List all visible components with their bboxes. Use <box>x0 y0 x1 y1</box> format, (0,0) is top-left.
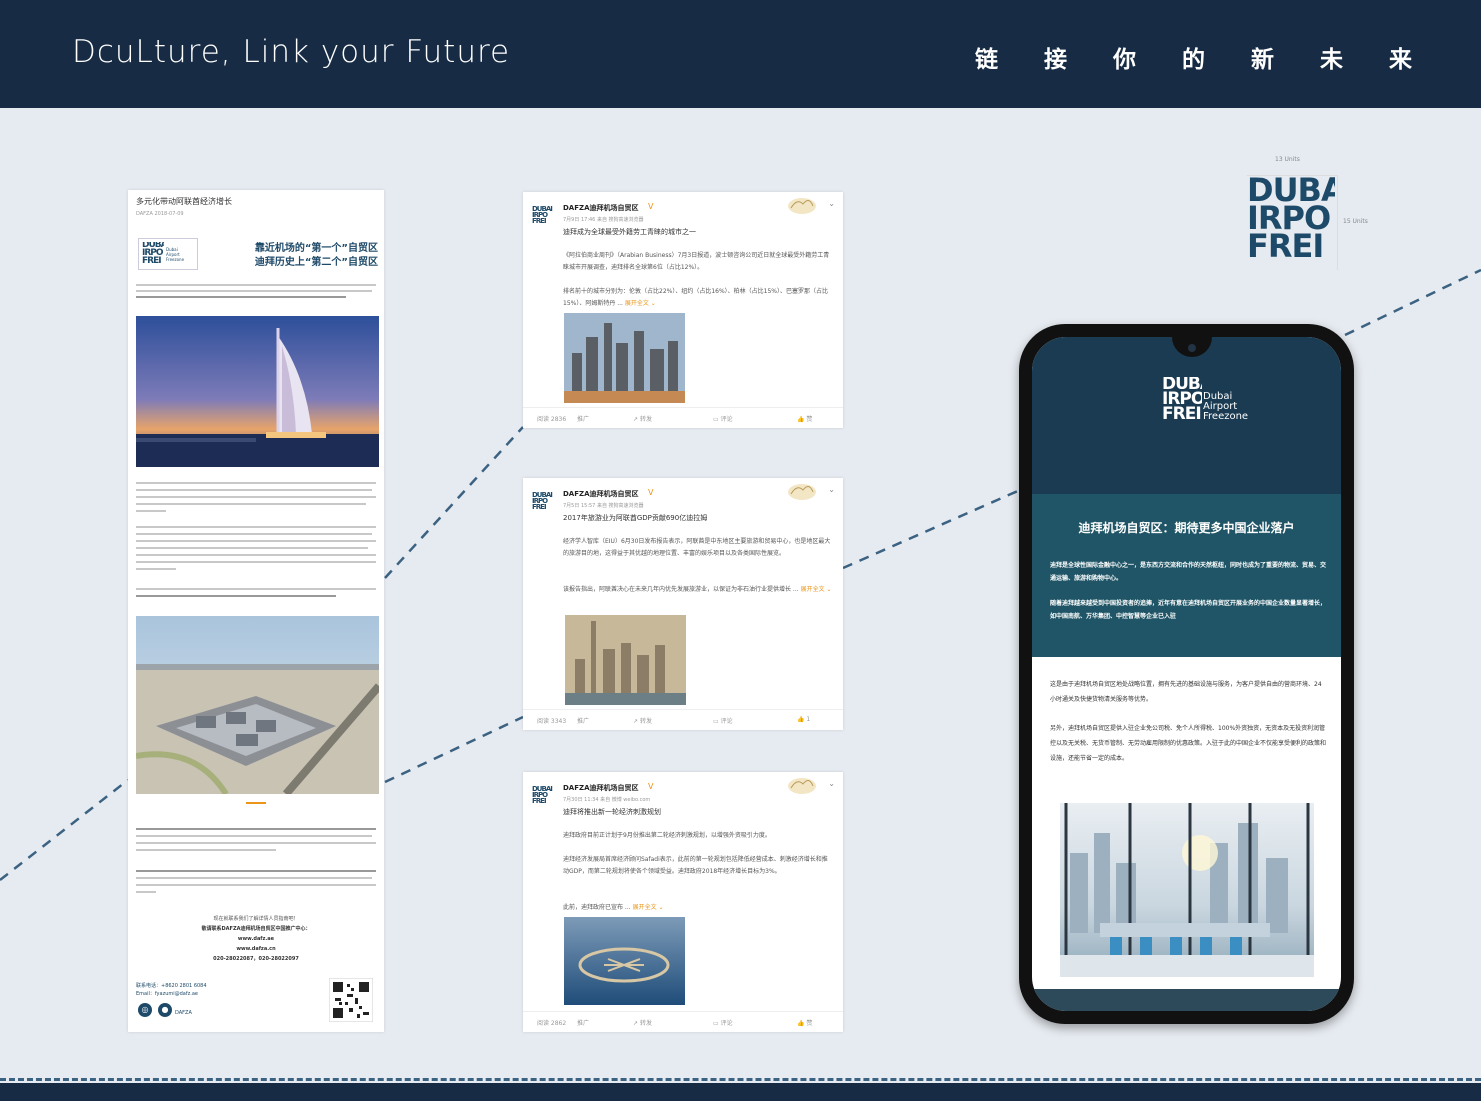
weibo-post-3[interactable]: DUBAI IRPO FREI DAFZA迪拜机场自贸区 V ⌄ 7月30日 11:… <box>523 772 843 1032</box>
weibo-action-bar: 阅读 2862 推广 ↗ 转发 ▭ 评论 👍 赞 <box>523 1011 843 1032</box>
office-skyline-photo <box>1060 803 1314 977</box>
phone-mockup: DUBAIIRPOFREI DubaiAirportFreezone 迪拜机场自… <box>1019 324 1354 1024</box>
phone-heading: 迪拜机场自贸区：期待更多中国企业落户 <box>1078 521 1295 535</box>
phone-body-text: 另外，迪拜机场自贸区提供入驻企业免公司税、免个人所得税、100%外资独资，无资本… <box>1050 725 1327 762</box>
like-button[interactable]: 👍 赞 <box>797 414 812 423</box>
weibo-author[interactable]: DAFZA迪拜机场自贸区 <box>563 783 639 793</box>
article-contact: 现在就联系我们了解详情人员指南吧！ 敬请联系DAFZA迪拜机场自贸区中国推广中心… <box>201 916 311 962</box>
weibo-post-2[interactable]: DUBAI IRPO FREI DAFZA迪拜机场自贸区 V ⌄ 7月5日 15:5… <box>523 478 843 730</box>
footer-bar <box>0 1083 1481 1101</box>
dafza-logo-spec: 13 Units 15 Units DUBAI IRPO FREI <box>1245 156 1375 280</box>
avatar: DUBAI IRPO FREI <box>532 205 553 226</box>
promote-button[interactable]: 推广 <box>577 716 589 725</box>
verified-badge-icon: V <box>648 488 654 497</box>
verified-badge-icon: V <box>648 202 654 211</box>
repost-button[interactable]: ↗ 转发 <box>633 414 652 423</box>
phone-screen: DUBAIIRPOFREI DubaiAirportFreezone 迪拜机场自… <box>1032 337 1341 1011</box>
expand-link[interactable]: 展开全文 ⌄ <box>633 904 664 911</box>
burj-al-arab-photo <box>136 316 379 467</box>
wechat-share-icon[interactable]: ● <box>158 1003 172 1017</box>
expand-link[interactable]: 展开全文 ⌄ <box>801 586 832 593</box>
weibo-paragraph: 此前，迪拜政府已宣布 ... 展开全文 ⌄ <box>563 904 664 911</box>
weibo-paragraph: 经济学人智库（EIU）6月30日发布报告表示，阿联酋是中东地区主要旅游和贸易中心… <box>563 538 831 557</box>
dubai-skyline-photo <box>564 313 685 403</box>
comment-button[interactable]: ▭ 评论 <box>713 716 733 725</box>
phone-logo-words: Dubai Airport Freezone <box>1203 391 1249 422</box>
like-button[interactable]: 👍 赞 <box>797 1018 812 1027</box>
units-top-label: 13 Units <box>1275 156 1300 163</box>
verified-badge-icon: V <box>648 782 654 791</box>
weibo-meta: 7月30日 11:34 来自 微博 weibo.com <box>563 797 651 803</box>
qr-code-icon[interactable] <box>329 978 373 1022</box>
chevron-down-icon[interactable]: ⌄ <box>828 485 835 494</box>
weibo-meta: 7月5日 15:57 来自 搜狗高速浏览器 <box>563 503 644 509</box>
comment-button[interactable]: ▭ 评论 <box>713 1018 733 1027</box>
dafza-aerial-photo <box>136 616 379 794</box>
article-meta: DAFZA 2018-07-09 <box>136 211 184 217</box>
weibo-paragraph: 排名前十的城市分别为：伦敦（占比22%）、纽约（占比16%）、柏林（占比15%）… <box>563 288 829 307</box>
weibo-paragraph: 迪拜经济发展局首席经济顾问Safadi表示，此前的第一轮规划包括降低经营成本、刺… <box>563 856 828 875</box>
weibo-action-bar: 阅读 3343 推广 ↗ 转发 ▭ 评论 👍 1 <box>523 709 843 730</box>
phone-logomark: DUBAIIRPOFREI <box>1162 377 1202 422</box>
weibo-lead: 迪拜成为全球最受外籍劳工青睐的城市之一 <box>563 228 696 236</box>
promote-button[interactable]: 推广 <box>577 414 589 423</box>
article-title: 多元化带动阿联酋经济增长 <box>136 197 232 206</box>
dafza-logomark: DUBAI IRPO FREI <box>1247 176 1335 261</box>
weibo-action-bar: 阅读 2836 推广 ↗ 转发 ▭ 评论 👍 赞 <box>523 407 843 428</box>
article-card: 多元化带动阿联酋经济增长 DAFZA 2018-07-09 DUBAIIRPOF… <box>128 190 384 1032</box>
weibo-paragraph: 《阿拉伯商业周刊》（Arabian Business）7月3日报道，波士顿咨询公… <box>563 252 830 271</box>
article-logo: DUBAIIRPOFREI DubaiAirportFreezone <box>138 238 198 270</box>
read-count: 阅读 2862 <box>537 1020 567 1027</box>
weibo-post-1[interactable]: DUBAI IRPO FREI DAFZA迪拜机场自贸区 V ⌄ 7月9日 17:4… <box>523 192 843 428</box>
avatar: DUBAI IRPO FREI <box>532 785 553 806</box>
promote-button[interactable]: 推广 <box>577 1018 589 1027</box>
weibo-author[interactable]: DAFZA迪拜机场自贸区 <box>563 489 639 499</box>
palm-island-photo <box>564 917 685 1005</box>
units-side-label: 15 Units <box>1343 218 1368 225</box>
read-count: 阅读 2836 <box>537 416 567 423</box>
camel-icon <box>788 778 816 794</box>
phone-paragraph: 随着迪拜越来越受到中国投资者的追捧，近年有意在迪拜机场自贸区开展业务的中国企业数… <box>1050 600 1327 620</box>
chevron-down-icon[interactable]: ⌄ <box>828 779 835 788</box>
phone-body-text: 这是由于迪拜机场自贸区地处战略位置，拥有先进的基础设施与服务，为客户提供自由的营… <box>1050 681 1322 703</box>
article-footer-label: DAFZA <box>175 1010 192 1016</box>
article-headline: 靠近机场的“第一个”自贸区 迪拜历史上“第二个”自贸区 <box>254 243 378 268</box>
article-footer-contact: 联系电话：+8620 2801 6084 Email：fyazumi@dafz.… <box>136 983 207 997</box>
weibo-lead: 迪拜将推出新一轮经济刺激规划 <box>563 808 661 816</box>
footer-dashed-line <box>0 1078 1481 1081</box>
phone-hero: DUBAIIRPOFREI DubaiAirportFreezone <box>1032 337 1341 494</box>
repost-button[interactable]: ↗ 转发 <box>633 716 652 725</box>
phone-bottom-strip <box>1032 989 1341 1011</box>
phone-paragraph: 迪拜是全球性国际金融中心之一，是东西方交流和合作的天然枢纽，同时也成为了重要的物… <box>1050 562 1327 582</box>
camel-icon <box>788 198 816 214</box>
expand-link[interactable]: 展开全文 ⌄ <box>625 300 656 307</box>
weibo-share-icon[interactable]: ◎ <box>138 1003 152 1017</box>
repost-button[interactable]: ↗ 转发 <box>633 1018 652 1027</box>
weibo-lead: 2017年旅游业为阿联酋GDP贡献690亿迪拉姆 <box>563 514 708 522</box>
read-count: 阅读 3343 <box>537 718 567 725</box>
dubai-downtown-photo <box>565 615 686 705</box>
weibo-meta: 7月9日 17:46 来自 搜狗高速浏览器 <box>563 217 644 223</box>
like-button[interactable]: 👍 1 <box>797 716 810 723</box>
chevron-down-icon[interactable]: ⌄ <box>828 199 835 208</box>
weibo-paragraph: 迪拜政府目前正计划于9月份推出第二轮经济刺激规划，以增强外资吸引力度。 <box>563 832 771 839</box>
comment-button[interactable]: ▭ 评论 <box>713 414 733 423</box>
weibo-author[interactable]: DAFZA迪拜机场自贸区 <box>563 203 639 213</box>
weibo-paragraph: 该报告指出，阿联酋决心在未来几年内优先发展旅游业，以保证为非石油行业提供增长 .… <box>563 586 832 593</box>
camel-icon <box>788 484 816 500</box>
avatar: DUBAI IRPO FREI <box>532 491 553 512</box>
